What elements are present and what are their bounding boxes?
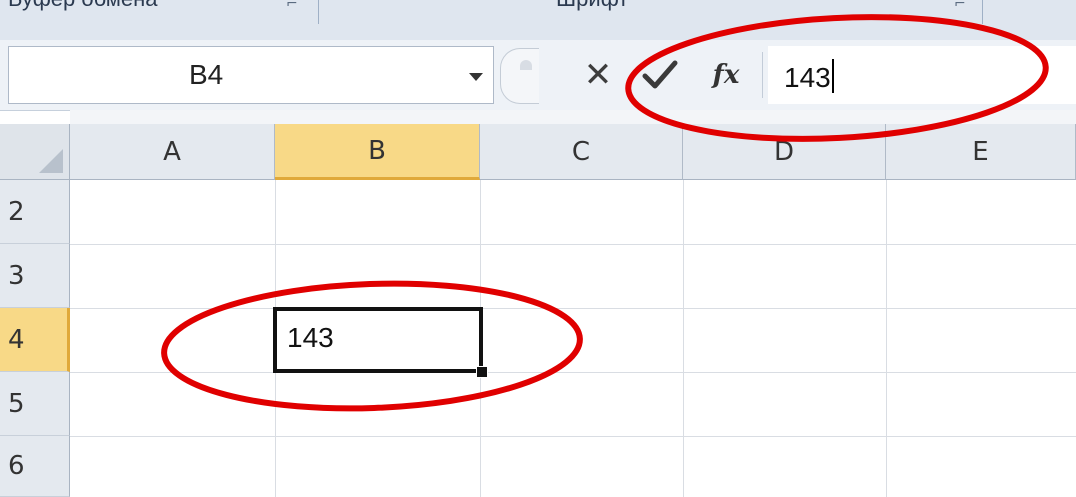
- gridline: [886, 180, 887, 497]
- formula-bar-divider: [762, 52, 763, 98]
- gridline: [70, 436, 1076, 437]
- row-header-3[interactable]: 3: [0, 244, 70, 308]
- select-all-button[interactable]: [0, 124, 70, 180]
- ribbon-divider: [318, 0, 319, 24]
- ribbon-font-launcher-icon[interactable]: ⌐: [954, 0, 966, 12]
- row-header-4[interactable]: 4: [0, 308, 70, 372]
- cell-value: 143: [287, 322, 334, 353]
- close-icon: ✕: [583, 56, 613, 94]
- sheet-grid: A B C D E 2 3 4 5 6 143: [0, 110, 1076, 497]
- formula-value: 143: [784, 62, 831, 93]
- row-header-2[interactable]: 2: [0, 180, 70, 244]
- fill-handle[interactable]: [476, 366, 488, 378]
- enter-button[interactable]: [638, 48, 682, 102]
- row-header-5[interactable]: 5: [0, 372, 70, 436]
- gridline: [70, 308, 1076, 309]
- ribbon-group-font-label: Шрифт: [556, 0, 628, 20]
- formula-bar: B4 ✕ fx 143: [0, 40, 1076, 111]
- ribbon-group-clipboard-label: Буфер обмена: [8, 0, 158, 20]
- row-header-6[interactable]: 6: [0, 436, 70, 497]
- grid-top-band: [70, 110, 1076, 124]
- grip-dot-icon: [520, 60, 532, 70]
- column-header-e[interactable]: E: [886, 124, 1076, 180]
- column-header-b[interactable]: B: [275, 124, 480, 180]
- gridline: [70, 244, 1076, 245]
- checkmark-icon: [642, 60, 678, 89]
- column-header-a[interactable]: A: [70, 124, 275, 180]
- insert-function-button[interactable]: fx: [704, 48, 748, 102]
- column-header-d[interactable]: D: [683, 124, 886, 180]
- formula-bar-resize-handle[interactable]: [500, 48, 539, 104]
- text-caret: [831, 59, 834, 93]
- ribbon-strip: Буфер обмена ⌐ Шрифт ⌐: [0, 0, 1076, 41]
- select-all-triangle-icon: [39, 149, 63, 173]
- ribbon-divider: [982, 0, 983, 24]
- name-box[interactable]: B4: [8, 46, 494, 104]
- name-box-value: B4: [189, 59, 224, 90]
- function-icon: fx: [712, 60, 740, 90]
- gridline: [683, 180, 684, 497]
- formula-input[interactable]: 143: [768, 46, 1076, 104]
- gridline: [70, 372, 1076, 373]
- cancel-button[interactable]: ✕: [578, 48, 618, 102]
- ribbon-clipboard-launcher-icon[interactable]: ⌐: [286, 0, 298, 12]
- chevron-down-icon[interactable]: [469, 73, 483, 81]
- active-cell-b4[interactable]: 143: [273, 307, 483, 373]
- column-header-c[interactable]: C: [480, 124, 683, 180]
